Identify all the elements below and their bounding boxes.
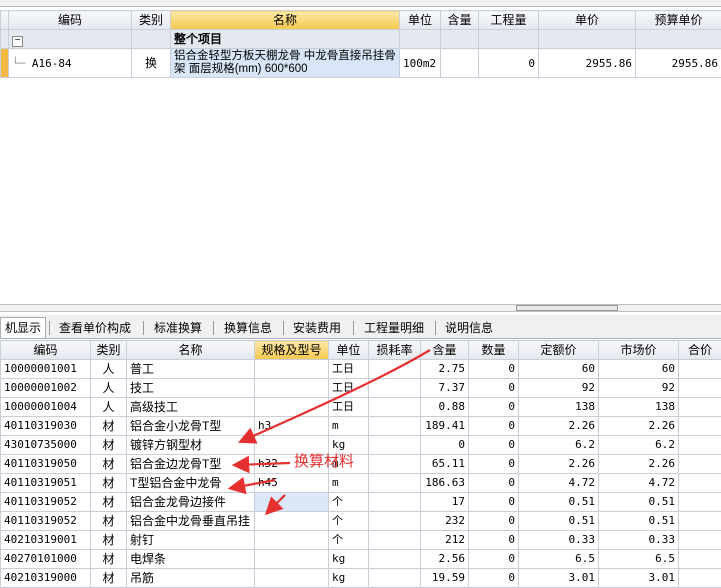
annotation-overlay: 换算材料 [0,0,721,578]
annotation-arrow [236,463,290,465]
annotation-arrow [242,350,430,441]
annotation-label: 换算材料 [294,452,354,470]
annotation-arrow [268,495,285,512]
annotation-arrow [232,480,275,488]
